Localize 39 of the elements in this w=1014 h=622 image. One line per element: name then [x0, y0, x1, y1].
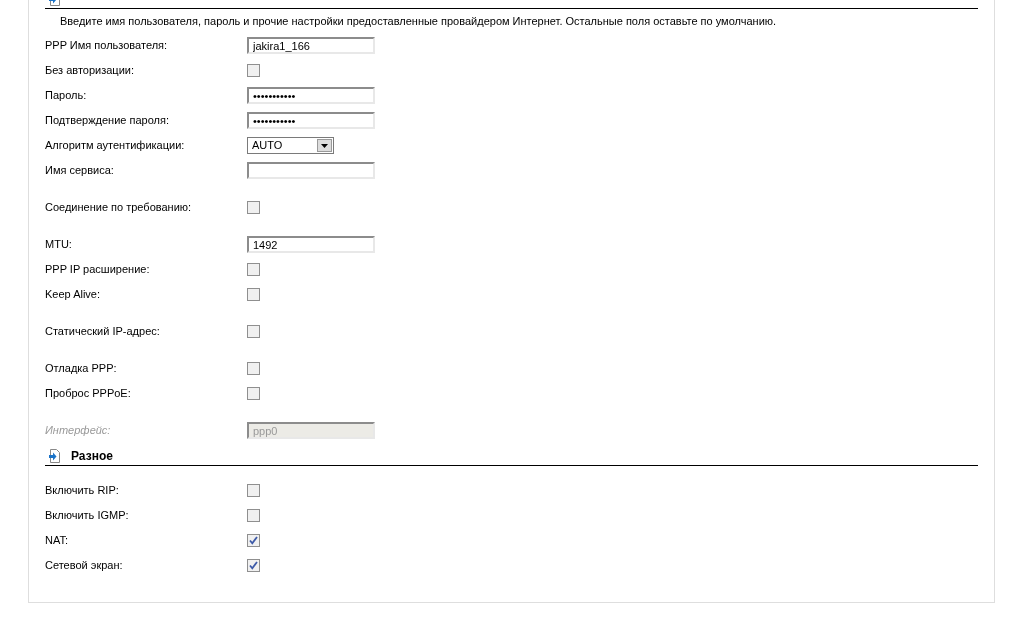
field-label: Включить RIP: — [45, 483, 120, 499]
checkbox[interactable] — [247, 387, 260, 400]
field-label: Статический IP-адрес: — [45, 324, 161, 340]
checkbox[interactable] — [247, 362, 260, 375]
section-title: Разное — [71, 448, 113, 465]
checkbox[interactable] — [247, 484, 260, 497]
checkbox[interactable] — [247, 288, 260, 301]
dropdown[interactable]: AUTO — [247, 137, 334, 154]
password-field[interactable]: ••••••••••• — [247, 87, 375, 104]
checkbox[interactable] — [247, 64, 260, 77]
field-label: Пароль: — [45, 88, 88, 104]
intro-text: Введите имя пользователя, пароль и прочие настройки предоставленные провайдером Интернет. Остальные поля оставьте по умолчанию. — [59, 14, 778, 29]
field-label: Отладка PPP: — [45, 361, 118, 377]
input-field[interactable]: jakira1_166 — [247, 37, 375, 54]
input-field[interactable]: 1492 — [247, 236, 375, 253]
field-label: MTU: — [45, 237, 73, 253]
page-arrow-icon — [49, 449, 61, 463]
field-label: Подтверждение пароля: — [45, 113, 170, 129]
checkbox[interactable] — [247, 201, 260, 214]
checkbox[interactable] — [247, 325, 260, 338]
password-field[interactable]: ••••••••••• — [247, 112, 375, 129]
field-label: Сетевой экран: — [45, 558, 124, 574]
field-label: Имя сервиса: — [45, 163, 115, 179]
field-label: Без авторизации: — [45, 63, 135, 79]
field-label: PPP IP расширение: — [45, 262, 151, 278]
field-label: NAT: — [45, 533, 70, 549]
checkbox[interactable] — [247, 534, 260, 547]
field-label: Включить IGMP: — [45, 508, 130, 524]
field-label: Keep Alive: — [45, 287, 102, 303]
field-label: Алгоритм аутентификации: — [45, 138, 186, 154]
field-label: PPP Имя пользователя: — [45, 38, 169, 54]
input-field[interactable] — [247, 162, 375, 179]
field-label: Интерфейс: — [45, 423, 112, 439]
field-label: Проброс PPPoE: — [45, 386, 132, 402]
checkbox[interactable] — [247, 559, 260, 572]
field-label: Соединение по требованию: — [45, 200, 193, 216]
checkbox[interactable] — [247, 509, 260, 522]
caret-icon — [317, 139, 332, 152]
checkbox[interactable] — [247, 263, 260, 276]
